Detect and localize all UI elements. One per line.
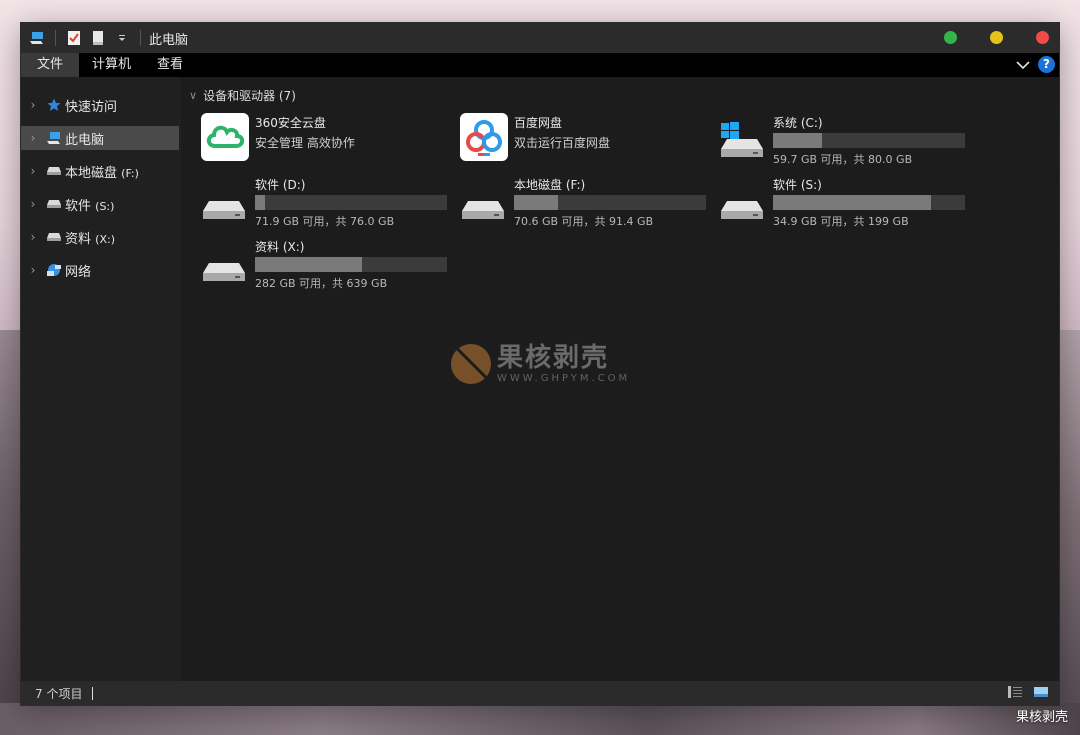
chevron-down-icon[interactable]: ∨ [189, 89, 197, 102]
toolbar-separator [55, 30, 56, 46]
baidu-netdisk-icon [460, 113, 510, 163]
explorer-body: › 快速访问 › 此电脑 › 本地磁盘 (F:) › 软件 (S:) › 资料 … [21, 77, 1059, 681]
drive-icon [460, 175, 510, 225]
details-view-icon[interactable] [1007, 685, 1023, 702]
drive-tile-d[interactable]: 软件 (D:) 71.9 GB 可用，共 76.0 GB [201, 175, 451, 228]
ribbon-right-controls: ? [1016, 55, 1055, 74]
sidebar-item-label: 软件 [65, 198, 92, 214]
drive-icon [201, 175, 251, 225]
chevron-right-icon[interactable]: › [21, 230, 45, 244]
window-controls [944, 31, 1049, 44]
watermark-title: 果核剥壳 [497, 342, 610, 373]
group-title: 设备和驱动器 (7) [203, 89, 296, 103]
drive-free-space: 34.9 GB 可用，共 199 GB [773, 215, 909, 228]
navigation-pane: › 快速访问 › 此电脑 › 本地磁盘 (F:) › 软件 (S:) › 资料 … [21, 77, 181, 681]
sidebar-item-drive-x[interactable]: › 资料 (X:) [21, 225, 181, 249]
tab-computer[interactable]: 计算机 [79, 53, 144, 77]
drive-tile-f[interactable]: 本地磁盘 (F:) 70.6 GB 可用，共 91.4 GB [460, 175, 710, 228]
corner-watermark: 果核剥壳 [1015, 710, 1068, 725]
properties-icon[interactable] [66, 30, 82, 46]
minimize-button[interactable] [990, 31, 1003, 44]
drive-letter: (S:) [95, 199, 115, 213]
watermark-logo-icon [451, 344, 491, 384]
chevron-right-icon[interactable]: › [21, 197, 45, 211]
sidebar-item-network[interactable]: › 网络 [21, 258, 181, 282]
watermark-url: WWW.GHPYM.COM [497, 372, 631, 384]
drive-usage-bar [773, 133, 965, 148]
chevron-right-icon[interactable]: › [21, 98, 45, 112]
tab-view[interactable]: 查看 [144, 53, 196, 77]
drive-tile-c[interactable]: 系统 (C:) 59.7 GB 可用，共 80.0 GB [719, 113, 969, 166]
new-folder-icon[interactable] [90, 30, 106, 46]
computer-icon[interactable] [29, 30, 45, 46]
app-name: 360安全云盘 [255, 116, 326, 130]
drive-icon [45, 196, 63, 212]
sidebar-item-this-pc[interactable]: › 此电脑 [21, 126, 179, 150]
drive-name: 软件 (S:) [773, 178, 822, 192]
expand-ribbon-chevron-icon[interactable] [1016, 55, 1030, 74]
drive-free-space: 70.6 GB 可用，共 91.4 GB [514, 215, 654, 228]
large-icons-view-icon[interactable] [1033, 685, 1049, 702]
drive-name: 本地磁盘 (F:) [514, 178, 586, 192]
sidebar-item-label: 快速访问 [65, 99, 118, 115]
drive-usage-bar [255, 195, 447, 210]
app-subtitle: 安全管理 高效协作 [255, 136, 355, 150]
network-icon [45, 262, 63, 278]
drive-name: 系统 (C:) [773, 116, 823, 130]
sidebar-item-drive-f[interactable]: › 本地磁盘 (F:) [21, 159, 181, 183]
close-button[interactable] [1036, 31, 1049, 44]
sidebar-item-quick-access[interactable]: › 快速访问 [21, 93, 181, 117]
drive-letter: (X:) [95, 232, 115, 246]
drive-usage-bar [773, 195, 965, 210]
app-subtitle: 双击运行百度网盘 [514, 136, 611, 150]
drive-free-space: 71.9 GB 可用，共 76.0 GB [255, 215, 395, 228]
chevron-right-icon[interactable]: › [21, 131, 45, 145]
computer-icon [45, 130, 63, 146]
drive-name: 资料 (X:) [255, 240, 305, 254]
windows-drive-icon [719, 113, 769, 163]
drive-name: 软件 (D:) [255, 178, 306, 192]
quick-access-toolbar [29, 30, 143, 46]
drive-free-space: 282 GB 可用，共 639 GB [255, 277, 388, 290]
app-tile-360-cloud[interactable]: 360安全云盘 安全管理 高效协作 [201, 113, 451, 165]
sidebar-item-label: 网络 [65, 264, 92, 280]
window-title: 此电脑 [149, 32, 189, 48]
ribbon-tabs: 文件 计算机 查看 ? [21, 53, 1059, 77]
drive-icon [201, 237, 251, 287]
drive-usage-bar [255, 257, 447, 272]
chevron-right-icon[interactable]: › [21, 263, 45, 277]
maximize-button[interactable] [944, 31, 957, 44]
star-icon [45, 97, 63, 113]
app-tile-baidu-netdisk[interactable]: 百度网盘 双击运行百度网盘 [460, 113, 710, 165]
sidebar-item-label: 此电脑 [65, 132, 105, 148]
content-pane: ∨ 设备和驱动器 (7) 360安全云盘 安全管理 高效协作 百度网盘 双击运行… [181, 77, 1059, 681]
title-bar: 此电脑 [21, 23, 1059, 53]
sidebar-item-label: 本地磁盘 [65, 165, 118, 181]
drive-free-space: 59.7 GB 可用，共 80.0 GB [773, 153, 913, 166]
desktop-background-bottom [0, 703, 1080, 735]
explorer-window: 此电脑 文件 计算机 查看 ? › 快速访问 › 此电脑 › 本地磁盘 (F:)… [20, 22, 1060, 706]
app-name: 百度网盘 [514, 116, 563, 130]
360-cloud-icon [201, 113, 251, 163]
toolbar-separator [140, 30, 141, 46]
drive-tile-s[interactable]: 软件 (S:) 34.9 GB 可用，共 199 GB [719, 175, 969, 228]
status-separator [92, 686, 94, 700]
tab-file[interactable]: 文件 [21, 53, 80, 77]
help-icon[interactable]: ? [1038, 56, 1055, 73]
sidebar-item-label: 资料 [65, 231, 92, 247]
customize-chevron-icon[interactable] [114, 30, 130, 46]
group-header-devices[interactable]: ∨ 设备和驱动器 (7) [189, 87, 296, 104]
status-bar: 7 个项目 [21, 681, 1059, 705]
sidebar-item-drive-s[interactable]: › 软件 (S:) [21, 192, 181, 216]
drive-icon [45, 229, 63, 245]
drive-tile-x[interactable]: 资料 (X:) 282 GB 可用，共 639 GB [201, 237, 451, 290]
chevron-right-icon[interactable]: › [21, 164, 45, 178]
drive-icon [45, 163, 63, 179]
drive-icon [719, 175, 769, 225]
drive-letter: (F:) [121, 166, 139, 180]
view-switcher [1007, 685, 1049, 702]
watermark: 果核剥壳 WWW.GHPYM.COM [451, 344, 630, 384]
item-count: 7 个项目 [35, 686, 83, 701]
drive-usage-bar [514, 195, 706, 210]
